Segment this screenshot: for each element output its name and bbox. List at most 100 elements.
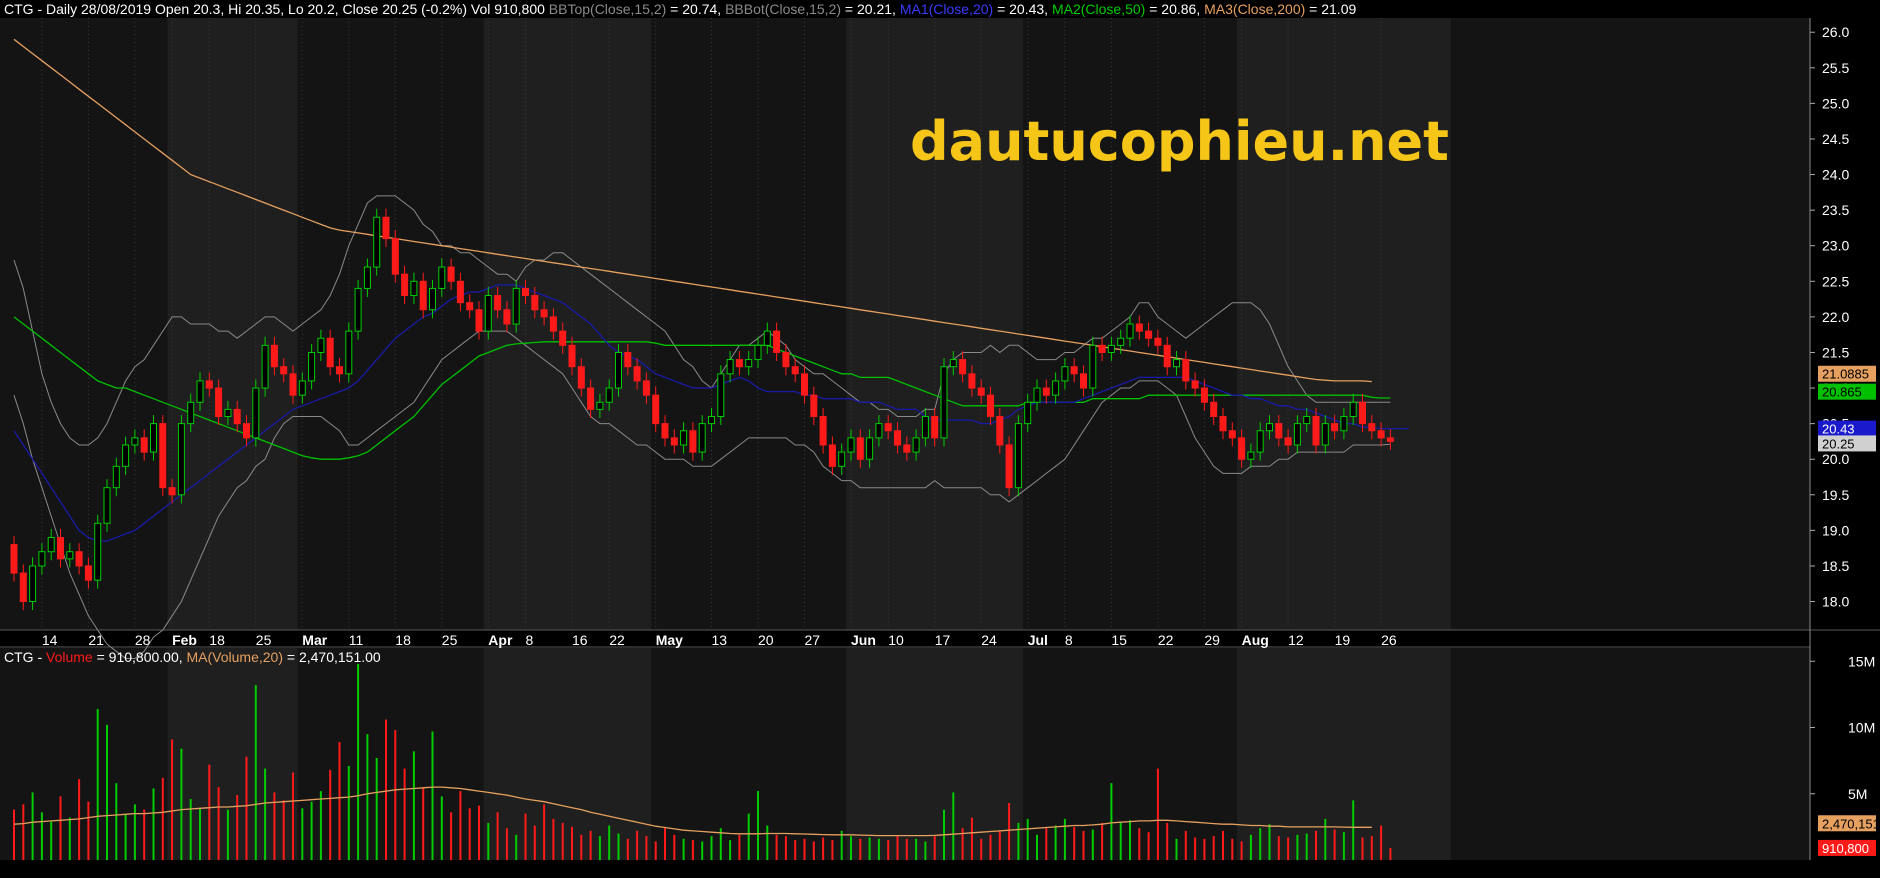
volume-bar — [1203, 838, 1206, 860]
price-tick-label: 25.0 — [1822, 95, 1849, 111]
candle-body — [1135, 323, 1143, 332]
candle-body — [419, 280, 427, 311]
volume-bar — [952, 792, 955, 860]
date-label: 13 — [712, 632, 728, 648]
volume-bar — [1147, 832, 1150, 860]
candle-body — [345, 330, 353, 375]
price-tick-label: 19.5 — [1822, 487, 1849, 503]
volume-bar — [1184, 830, 1187, 860]
price-tick-label: 20.0 — [1822, 451, 1849, 467]
candle-body — [10, 544, 18, 574]
candle-body — [280, 366, 288, 375]
candle-body — [1200, 387, 1208, 403]
volume-bar — [319, 791, 322, 860]
volume-bar — [412, 751, 415, 860]
candle-body — [512, 287, 520, 325]
vol-header-prefix: CTG - — [4, 649, 46, 665]
volume-bar — [757, 791, 759, 860]
volume-bar — [1073, 826, 1076, 860]
candle-body — [308, 351, 316, 382]
volume-bar — [440, 796, 443, 860]
volume-bar — [970, 817, 973, 860]
candle-body — [884, 423, 892, 432]
candle-body — [1107, 344, 1115, 353]
candle-body — [391, 238, 399, 275]
candle-body — [84, 565, 92, 581]
volume-bar — [654, 841, 657, 860]
header-ma2-value: = 20.86, — [1145, 1, 1204, 17]
volume-bar — [264, 768, 267, 860]
stock-chart[interactable]: dautucophieu.net 18.018.519.019.520.020.… — [0, 0, 1880, 878]
volume-bar — [394, 730, 397, 860]
date-label: 17 — [935, 632, 951, 648]
candle-body — [828, 444, 836, 467]
volume-bar — [1333, 829, 1336, 860]
volume-bar — [468, 808, 471, 860]
volume-bar — [1315, 830, 1317, 860]
date-label: 21 — [88, 632, 104, 648]
volume-bar — [199, 808, 201, 860]
volume-bar — [673, 834, 676, 860]
volume-bar — [505, 828, 508, 860]
volume-bar — [68, 817, 71, 860]
volume-bar — [1194, 837, 1197, 860]
candle-body — [289, 373, 297, 396]
candle-body — [456, 280, 464, 304]
volume-bar — [533, 825, 536, 860]
volume-bar — [124, 813, 127, 860]
price-tick-label: 21.5 — [1822, 344, 1849, 360]
candle-body — [243, 423, 250, 439]
candle-body — [1275, 423, 1283, 439]
volume-bar — [1175, 838, 1178, 860]
date-label: 12 — [1288, 632, 1304, 648]
candle-body — [875, 423, 883, 439]
date-label: 25 — [442, 632, 458, 648]
candle-body — [819, 416, 827, 446]
candle-body — [977, 387, 985, 396]
candle-body — [931, 416, 939, 439]
header-ma3-label: MA3(Close,200) — [1204, 1, 1305, 17]
candle-body — [38, 551, 46, 567]
candle-body — [503, 309, 511, 325]
volume-tick-label: 5M — [1848, 786, 1867, 802]
volume-month-band — [167, 648, 298, 860]
candle-body — [996, 416, 1004, 446]
candle-body — [1321, 423, 1329, 446]
candle-body — [1256, 430, 1264, 453]
candle-body — [438, 266, 446, 289]
candle-body — [689, 430, 697, 453]
price-tick-label: 26.0 — [1822, 24, 1849, 40]
candle-body — [1210, 401, 1218, 418]
volume-bar — [1091, 829, 1094, 860]
candle-body — [1024, 401, 1032, 425]
volume-bar — [896, 836, 899, 860]
volume-bar — [980, 838, 983, 860]
candle-body — [19, 572, 27, 603]
month-band — [167, 18, 298, 630]
volume-bar — [208, 764, 211, 860]
volume-bar — [478, 805, 480, 860]
vol-ma-label: MA(Volume,20) — [187, 649, 283, 665]
volume-bar — [1008, 803, 1011, 860]
volume-bar — [226, 809, 229, 860]
candle-body — [838, 451, 846, 467]
candle-body — [726, 359, 734, 375]
candle-body — [968, 373, 976, 389]
volume-bar — [1129, 820, 1131, 860]
volume-bar — [933, 836, 936, 860]
volume-tick-label: 15M — [1848, 653, 1875, 669]
candle-body — [122, 444, 130, 467]
candle-body — [642, 380, 650, 396]
price-tick-label: 23.5 — [1822, 202, 1849, 218]
candle-body — [298, 380, 306, 396]
header-bbbot-label: BBBot(Close,15,2) — [725, 1, 841, 17]
candle-body — [801, 373, 808, 396]
candle-body — [735, 359, 743, 368]
volume-bar — [784, 836, 787, 860]
volume-bar — [812, 841, 815, 860]
candle-body — [1377, 430, 1385, 439]
candle-body — [382, 216, 390, 240]
candle-body — [912, 437, 920, 453]
candle-body — [168, 487, 176, 496]
candle-body — [670, 437, 678, 446]
